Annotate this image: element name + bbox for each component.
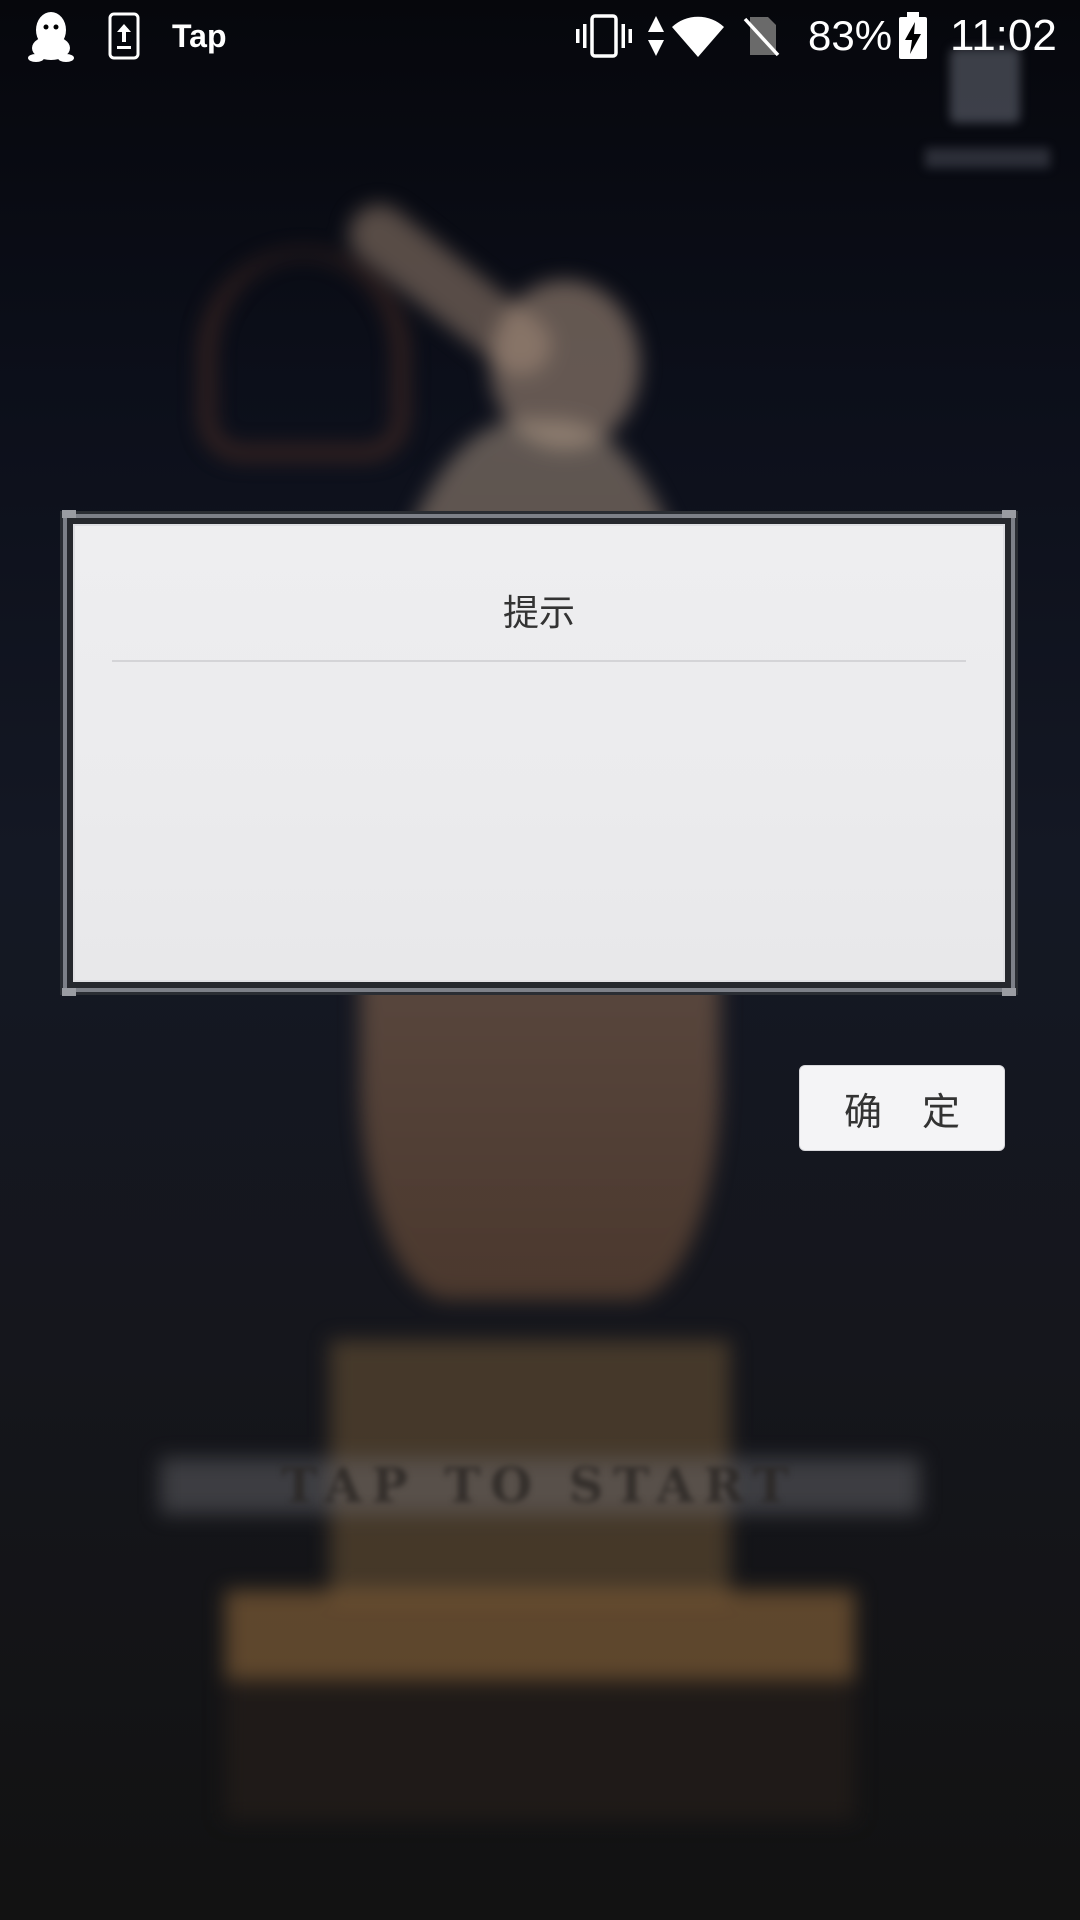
statue-plinth (225, 1590, 855, 1680)
statue-scales (200, 250, 408, 460)
dialog-corner-top-right (1002, 510, 1016, 518)
dialog-panel: 提示 (75, 526, 1003, 980)
qq-penguin-icon (28, 0, 74, 72)
confirm-button[interactable]: 确 定 (799, 1065, 1005, 1151)
tap-to-start-text[interactable]: TAP TO START (160, 1458, 920, 1514)
upload-phone-icon (108, 0, 140, 72)
dialog-divider (112, 660, 966, 662)
plinth-shadow (225, 1680, 855, 1820)
dialog-corner-bottom-right (1002, 988, 1016, 996)
status-bar: Tap 83% 11:02 (0, 0, 1080, 72)
dialog-title: 提示 (502, 593, 575, 634)
dialog-corner-bottom-left (62, 988, 76, 996)
footer-notice (30, 1880, 1050, 1908)
wifi-icon (672, 0, 724, 72)
status-app-label: Tap (172, 17, 227, 54)
data-arrows-icon (648, 0, 664, 72)
battery-percent: 83% (808, 12, 893, 59)
blurred-menu-label (925, 148, 1050, 168)
alert-dialog: 提示 (63, 514, 1015, 992)
game-screen[interactable]: TAP TO START Tap 83% 11:02 提示 确 定 (0, 0, 1080, 1920)
dialog-corner-top-left (62, 510, 76, 518)
battery-charging-icon (898, 0, 928, 72)
vibrate-icon (576, 0, 632, 72)
status-clock: 11:02 (950, 11, 1057, 60)
no-sim-icon (742, 0, 780, 72)
dialog-message (115, 676, 963, 960)
